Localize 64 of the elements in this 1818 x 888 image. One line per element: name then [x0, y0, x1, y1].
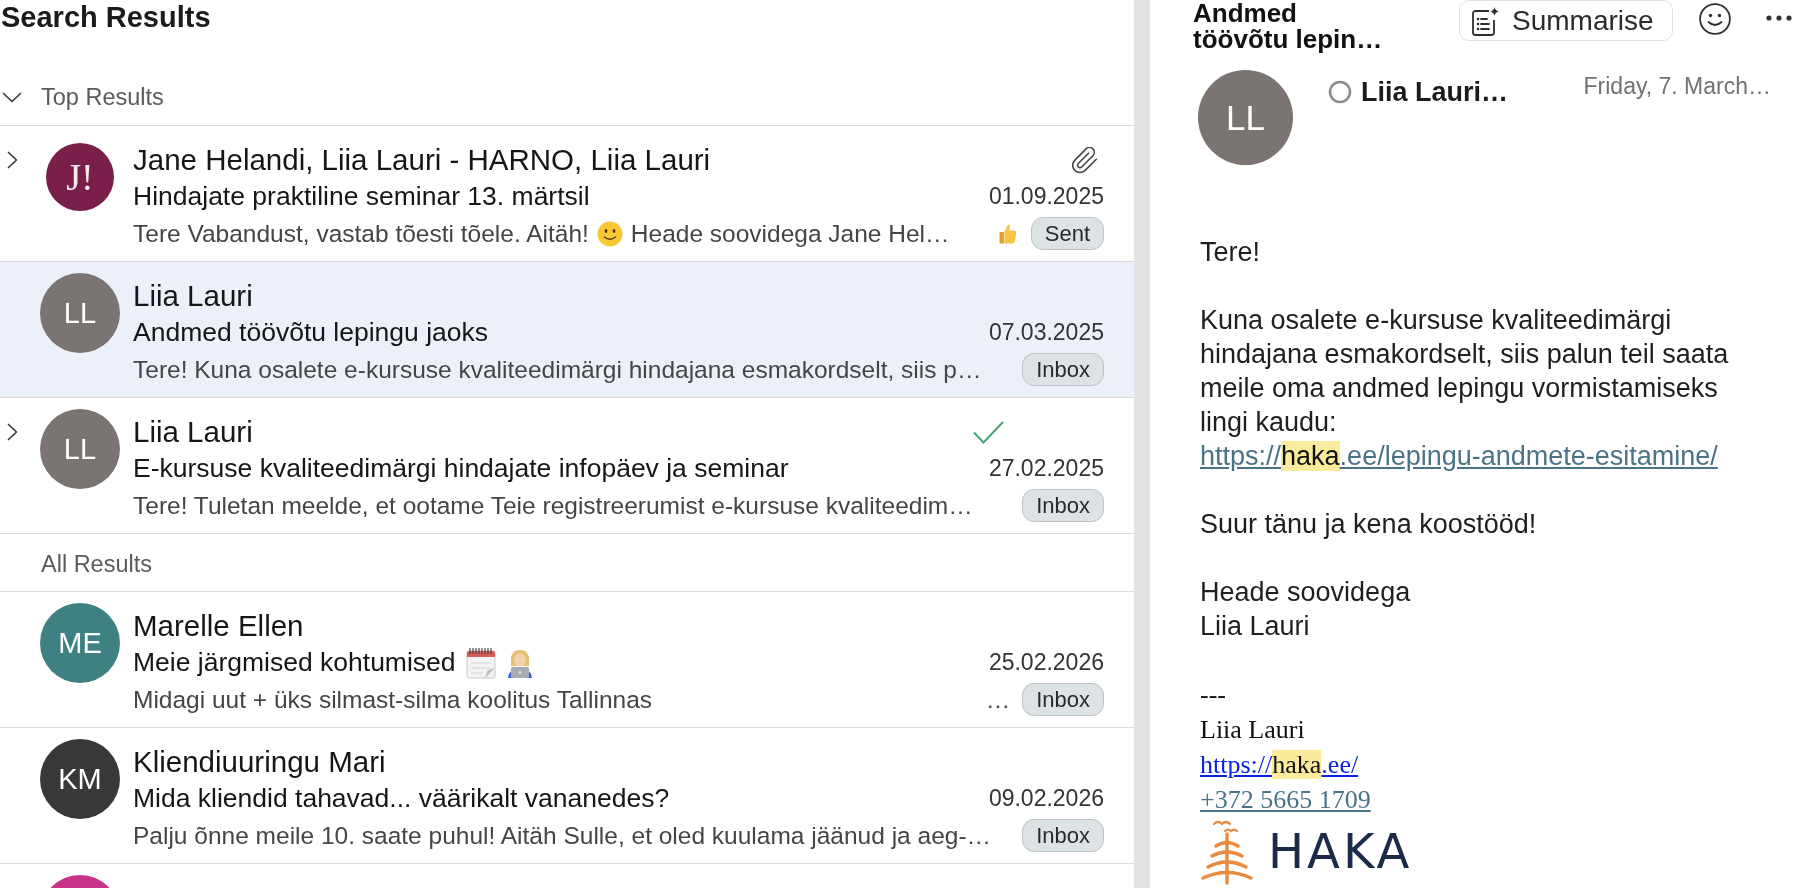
body-line: Heade soovidega	[1200, 576, 1412, 609]
chevron-right-icon[interactable]	[7, 423, 18, 441]
message-title: Andmed töövõtu lepin…	[1193, 0, 1384, 52]
message-subject: Meie järgmised kohtumised	[133, 647, 456, 678]
folder-tag: Inbox	[1022, 819, 1104, 852]
message-subject: Hindajate praktiline seminar 13. märtsil	[133, 181, 590, 212]
smiley-icon[interactable]	[1698, 3, 1731, 35]
message-row[interactable]: LL Liia Lauri E-kursuse kvaliteedimärgi hindajate infopäev ja seminar 27.02.2025 Tere! Tuletan meelde, et ootame Teie registreerumist e-kursuse kvaliteedim… Inbox	[0, 398, 1134, 534]
avatar: LL	[40, 409, 120, 489]
sparkle-list-icon	[1470, 5, 1500, 36]
message-preview: Midagi uut + üks silmast-silma koolitus Tallinnas	[133, 685, 653, 714]
message-date: Friday, 7. March…	[1583, 72, 1771, 100]
message-date: 27.02.2025	[988, 455, 1104, 482]
preview-ellipsis: …	[985, 685, 1011, 714]
body-paragraph: Liia Lauri	[1200, 610, 1311, 643]
section-header: All Results	[41, 550, 152, 578]
folder-tag: Inbox	[1022, 683, 1104, 716]
page-title: Search Results	[1, 0, 211, 34]
avatar: ME	[40, 603, 120, 683]
sender-name: Kliendiuuringu Mari	[133, 745, 386, 779]
calendar-emoji-icon	[465, 646, 496, 679]
message-preview: Tere Vabandust, vastab tõesti tõele. Aitäh!	[133, 219, 589, 248]
message-preview: Heade soovidega Jane Hel…	[630, 219, 950, 248]
message-subject: E-kursuse kvaliteedimärgi hindajate infopäev ja seminar	[133, 453, 789, 484]
folder-tag: Inbox	[1022, 353, 1104, 386]
message-subject: Mida kliendid tahavad... väärikalt vananedes?	[133, 783, 670, 814]
message-preview: Tere! Kuna osalete e-kursuse kvaliteedimärgi hindajana esmakordselt, siis p…	[133, 355, 982, 384]
folder-tag: Sent	[1030, 217, 1104, 250]
phone-link[interactable]: +372 5665 1709	[1200, 782, 1371, 817]
summarise-button[interactable]: Summarise	[1459, 0, 1673, 41]
sender-name: Liia Lauri	[133, 279, 253, 313]
message-date: 09.02.2026	[988, 785, 1104, 812]
message-row[interactable]: LL Liia Lauri Andmed töövõtu lepingu jaoks 07.03.2025 Tere! Kuna osalete e-kursuse kvaliteedimärgi hindajana esmakordselt, siis p… Inbox	[0, 262, 1134, 398]
sender-name: Jane Helandi, Liia Lauri - HARNO, Liia Lauri	[133, 143, 711, 177]
more-options-icon[interactable]	[1765, 15, 1792, 21]
avatar: LL	[1198, 70, 1293, 165]
website-link[interactable]: https://haka.ee/	[1200, 747, 1359, 782]
chevron-down-icon[interactable]	[2, 91, 22, 103]
link[interactable]: https://haka.ee/lepingu-andmete-esitamine/	[1200, 441, 1718, 471]
sender-name: Liia Lauri…	[1361, 76, 1509, 108]
sender-name: Liia Lauri	[133, 415, 253, 449]
smiley-emoji-icon	[596, 220, 623, 247]
message-date: 01.09.2025	[988, 183, 1104, 210]
folder-tag: Inbox	[1022, 489, 1104, 522]
sender-name: Marelle Ellen	[133, 609, 304, 643]
message-date: 25.02.2026	[988, 649, 1104, 676]
logo-text: HAKA	[1268, 826, 1413, 876]
message-preview: Palju õnne meile 10. saate puhul! Aitäh Sulle, et oled kuulama jäänud ja aeg-…	[133, 821, 992, 850]
body-paragraph: Tere!	[1200, 236, 1262, 269]
avatar: LL	[40, 273, 120, 353]
person-with-laptop-emoji-icon	[505, 647, 534, 678]
signature-name: Liia Lauri	[1200, 714, 1305, 746]
message-date: 07.03.2025	[988, 319, 1104, 346]
avatar: KM	[40, 739, 120, 819]
logo-avatar: J!	[46, 143, 114, 211]
chevron-right-icon[interactable]	[7, 151, 18, 169]
message-subject: Andmed töövõtu lepingu jaoks	[133, 317, 489, 348]
message-row[interactable]: ME Marelle Ellen Meie järgmised kohtumised 25.02.2026 Midagi uut + üks silmast-silma koolitus Tallinnas … Inbox	[0, 592, 1134, 728]
body-paragraph: Suur tänu ja kena koostööd!	[1200, 508, 1538, 541]
signature-separator: ---	[1200, 679, 1226, 711]
section-header: Top Results	[41, 83, 164, 111]
body-paragraph: Kuna osalete e-kursuse kvaliteedimärgi hindajana esmakordselt, siis palun teil saata meile oma andmed lepingu vormistamiseks lingi kaudu: https://haka.ee/lepingu-andmete-esitamine/	[1200, 304, 1730, 473]
message-preview: Tere! Tuletan meelde, et ootame Teie registreerumist e-kursuse kvaliteedim…	[133, 491, 973, 520]
message-row[interactable]: KM Kliendiuuringu Mari Mida kliendid tahavad... väärikalt vananedes? 09.02.2026 Palju õnne meile 10. saate puhul! Aitäh Sulle, et oled kuulama jäänud ja aeg-… Inbox	[0, 728, 1134, 864]
